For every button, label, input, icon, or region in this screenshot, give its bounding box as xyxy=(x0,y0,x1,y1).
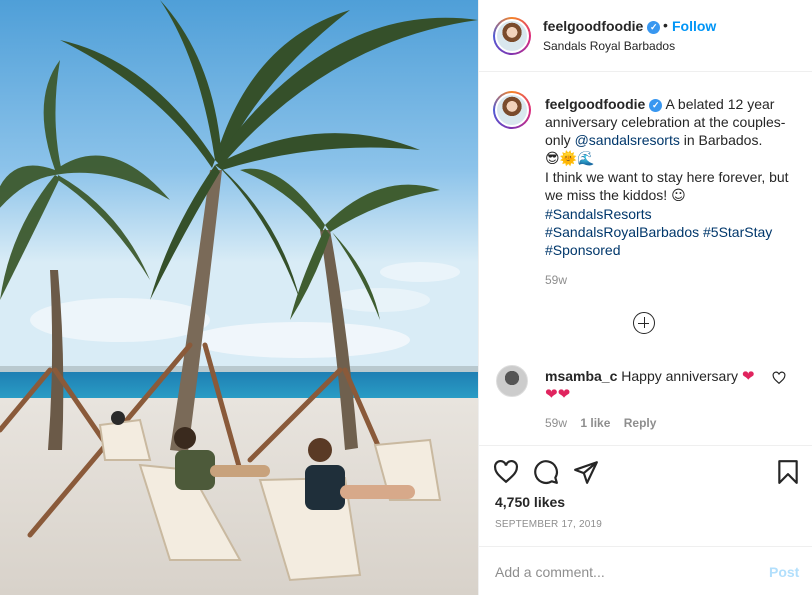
beach-photo xyxy=(0,0,478,595)
follow-button[interactable]: Follow xyxy=(672,18,716,34)
comment-meta: 59w 1 like Reply xyxy=(545,416,666,430)
caption: feelgoodfoodie ✓ A belated 12 year annive… xyxy=(545,95,803,259)
caption-username[interactable]: feelgoodfoodie xyxy=(545,96,645,112)
post-date: SEPTEMBER 17, 2019 xyxy=(495,519,602,530)
smile-emoji: ☺ xyxy=(671,188,686,204)
post-panel: feelgoodfoodie ✓ • Follow Sandals Royal B… xyxy=(478,0,812,595)
commenter-avatar[interactable] xyxy=(496,365,528,397)
mention-link[interactable]: @sandalsresorts xyxy=(575,132,680,148)
comment: msamba_c Happy anniversary ❤ ❤❤ xyxy=(545,367,765,403)
comment-icon[interactable] xyxy=(533,459,559,485)
caption-avatar[interactable] xyxy=(493,91,531,129)
header-username[interactable]: feelgoodfoodie ✓ xyxy=(543,18,661,34)
separator-dot: • xyxy=(663,17,668,33)
bookmark-icon[interactable] xyxy=(775,459,801,485)
caption-text: I think we want to stay here forever, bu… xyxy=(545,169,789,203)
comments-section: feelgoodfoodie ✓ A belated 12 year annive… xyxy=(479,73,812,446)
heart-emoji: ❤ xyxy=(741,367,755,385)
share-icon[interactable] xyxy=(573,459,599,485)
location-link[interactable]: Sandals Royal Barbados xyxy=(543,39,675,53)
emoji-group: 😎🌞🌊 xyxy=(545,151,595,167)
avatar[interactable] xyxy=(493,17,531,55)
comment-time: 59w xyxy=(545,416,568,430)
hashtag-link[interactable]: #SandalsResorts xyxy=(545,206,652,222)
reply-button[interactable]: Reply xyxy=(624,416,657,430)
load-more-comments-button[interactable] xyxy=(633,312,655,334)
post-photo[interactable] xyxy=(0,0,478,595)
post-button[interactable]: Post xyxy=(769,564,799,580)
post-header: feelgoodfoodie ✓ • Follow Sandals Royal B… xyxy=(479,0,812,72)
verified-icon: ✓ xyxy=(649,99,663,112)
comment-text: Happy anniversary xyxy=(621,368,739,384)
caption-time: 59w xyxy=(545,273,568,287)
verified-icon: ✓ xyxy=(647,21,661,34)
hashtag-link[interactable]: #5StarStay xyxy=(703,224,772,240)
like-icon[interactable] xyxy=(493,459,519,485)
hashtag-link[interactable]: #Sponsored xyxy=(545,242,621,258)
add-comment-bar: Post xyxy=(479,546,812,595)
comment-username[interactable]: msamba_c xyxy=(545,368,617,384)
comment-like-icon[interactable] xyxy=(772,371,786,385)
caption-text: in Barbados. xyxy=(683,132,763,148)
hashtag-link[interactable]: #SandalsRoyalBarbados xyxy=(545,224,699,240)
comment-input[interactable] xyxy=(495,562,745,582)
comment-likes[interactable]: 1 like xyxy=(580,416,610,430)
heart-emoji: ❤❤ xyxy=(545,385,571,403)
likes-count[interactable]: 4,750 likes xyxy=(495,494,565,510)
